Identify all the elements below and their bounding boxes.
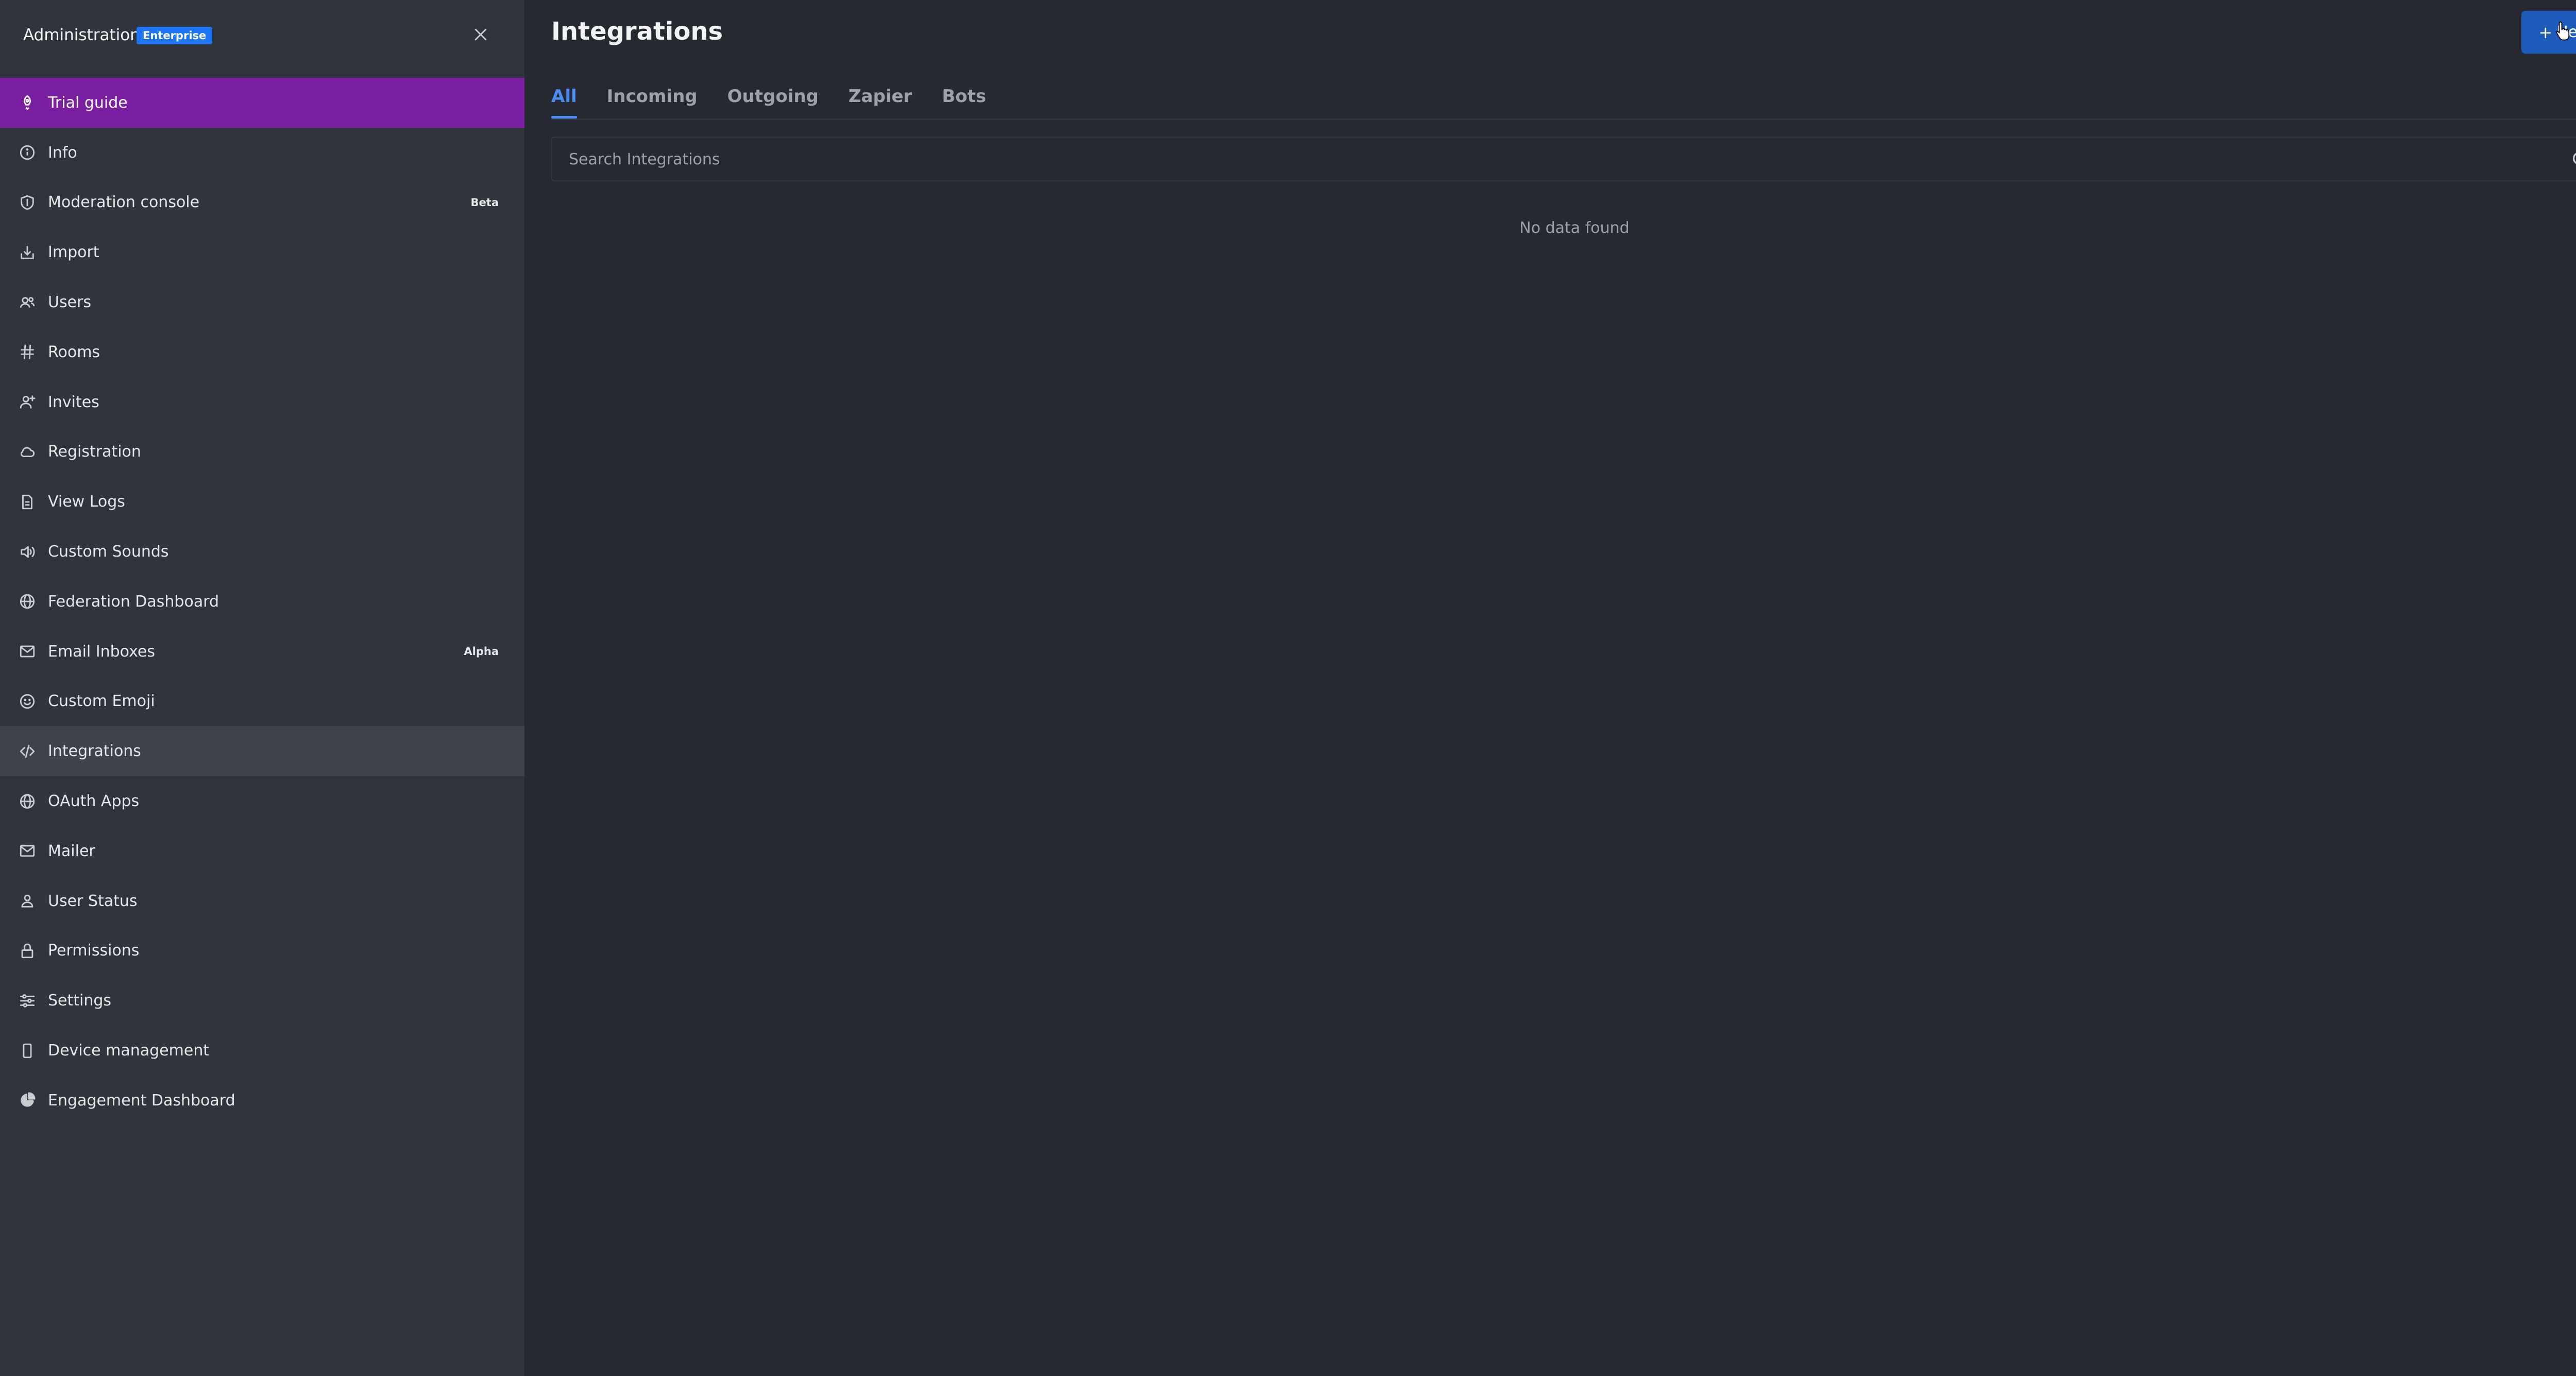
sidebar-item-label: User Status xyxy=(48,892,138,910)
sidebar-item-label: Integrations xyxy=(48,742,141,761)
cloud-icon xyxy=(18,442,37,462)
sidebar-item-label: Email Inboxes xyxy=(48,642,156,661)
sidebar-item-label: Permissions xyxy=(48,942,140,960)
tab-zapier[interactable]: Zapier xyxy=(849,77,912,119)
sidebar-header: Administration Enterprise xyxy=(0,0,524,72)
sidebar-item-moderation-console[interactable]: Moderation console Beta xyxy=(0,178,524,228)
info-icon xyxy=(18,143,37,162)
search-icon[interactable] xyxy=(2570,149,2576,170)
sidebar-item-users[interactable]: Users xyxy=(0,277,524,327)
sidebar-item-label: Rooms xyxy=(48,343,100,361)
sidebar-item-label: Info xyxy=(48,143,77,162)
sidebar-item-view-logs[interactable]: View Logs xyxy=(0,477,524,527)
tab-incoming[interactable]: Incoming xyxy=(607,77,698,119)
sidebar-item-info[interactable]: Info xyxy=(0,128,524,178)
sidebar-item-label: OAuth Apps xyxy=(48,792,140,811)
sidebar: Administration Enterprise Trial guide In… xyxy=(0,0,524,1376)
lock-icon xyxy=(18,941,37,961)
sidebar-item-label: Trial guide xyxy=(48,93,128,112)
sidebar-item-invites[interactable]: Invites xyxy=(0,377,524,427)
admin-app: Administration Enterprise Trial guide In… xyxy=(0,0,2576,1376)
sidebar-item-mailer[interactable]: Mailer xyxy=(0,826,524,876)
tab-outgoing[interactable]: Outgoing xyxy=(727,77,819,119)
tab-all[interactable]: All xyxy=(551,77,577,119)
globe-icon xyxy=(18,592,37,611)
sidebar-item-device-management[interactable]: Device management xyxy=(0,1026,524,1076)
page-title: Integrations xyxy=(551,17,723,46)
close-sidebar-button[interactable] xyxy=(468,22,494,47)
emoji-icon xyxy=(18,692,37,711)
mail-icon xyxy=(18,841,37,861)
file-icon xyxy=(18,492,37,512)
sidebar-item-email-inboxes[interactable]: Email Inboxes Alpha xyxy=(0,627,524,677)
tabs-divider xyxy=(551,119,2576,120)
sidebar-item-label: Device management xyxy=(48,1042,210,1060)
sidebar-item-label: Moderation console xyxy=(48,193,200,212)
sidebar-item-settings[interactable]: Settings xyxy=(0,976,524,1026)
main-panel: Integrations + New All Incoming Outgoing… xyxy=(524,0,2576,1376)
sidebar-item-label: View Logs xyxy=(48,493,125,511)
import-icon xyxy=(18,243,37,262)
sidebar-item-engagement-dashboard[interactable]: Engagement Dashboard xyxy=(0,1076,524,1126)
sidebar-item-user-status[interactable]: User Status xyxy=(0,876,524,926)
sidebar-item-federation-dashboard[interactable]: Federation Dashboard xyxy=(0,577,524,627)
sidebar-title: Administration xyxy=(23,26,140,44)
integration-tabs: All Incoming Outgoing Zapier Bots xyxy=(551,77,1016,119)
plus-icon: + xyxy=(2538,22,2553,42)
sidebar-item-rooms[interactable]: Rooms xyxy=(0,327,524,377)
sidebar-item-permissions[interactable]: Permissions xyxy=(0,926,524,976)
sidebar-item-import[interactable]: Import xyxy=(0,227,524,277)
sidebar-item-label: Invites xyxy=(48,393,99,411)
sound-icon xyxy=(18,542,37,562)
sidebar-item-label: Federation Dashboard xyxy=(48,592,219,611)
beta-tag: Beta xyxy=(470,196,499,209)
sidebar-item-custom-sounds[interactable]: Custom Sounds xyxy=(0,527,524,577)
sidebar-item-label: Settings xyxy=(48,992,112,1010)
search-input[interactable] xyxy=(568,138,2553,181)
shield-icon xyxy=(18,193,37,212)
sidebar-item-label: Mailer xyxy=(48,842,95,860)
sidebar-item-oauth-apps[interactable]: OAuth Apps xyxy=(0,776,524,826)
close-icon xyxy=(474,28,487,41)
enterprise-badge: Enterprise xyxy=(137,27,213,44)
user-plus-icon xyxy=(18,392,37,412)
globe-icon xyxy=(18,792,37,811)
sidebar-item-integrations[interactable]: Integrations xyxy=(0,726,524,777)
admin-nav: Trial guide Info Moderation console Beta xyxy=(0,78,524,1126)
sidebar-item-trial-guide[interactable]: Trial guide xyxy=(0,78,524,128)
sliders-icon xyxy=(18,991,37,1011)
sidebar-item-label: Engagement Dashboard xyxy=(48,1091,235,1110)
alpha-tag: Alpha xyxy=(464,645,499,658)
tab-bots[interactable]: Bots xyxy=(942,77,986,119)
sidebar-item-custom-emoji[interactable]: Custom Emoji xyxy=(0,677,524,727)
users-icon xyxy=(18,293,37,312)
mobile-icon xyxy=(18,1041,37,1061)
rocket-icon xyxy=(18,93,37,112)
sidebar-item-label: Custom Sounds xyxy=(48,543,169,561)
sidebar-item-label: Registration xyxy=(48,443,141,461)
code-icon xyxy=(18,742,37,761)
hashtag-icon xyxy=(18,342,37,362)
sidebar-item-label: Import xyxy=(48,243,99,262)
pie-chart-icon xyxy=(18,1090,37,1110)
hand-cursor-icon xyxy=(2556,21,2570,41)
empty-state-message: No data found xyxy=(1519,219,1630,237)
mail-icon xyxy=(18,642,37,661)
sidebar-item-label: Users xyxy=(48,293,92,312)
sidebar-item-registration[interactable]: Registration xyxy=(0,427,524,477)
search-box xyxy=(551,137,2576,181)
user-icon xyxy=(18,891,37,911)
sidebar-item-label: Custom Emoji xyxy=(48,692,155,711)
